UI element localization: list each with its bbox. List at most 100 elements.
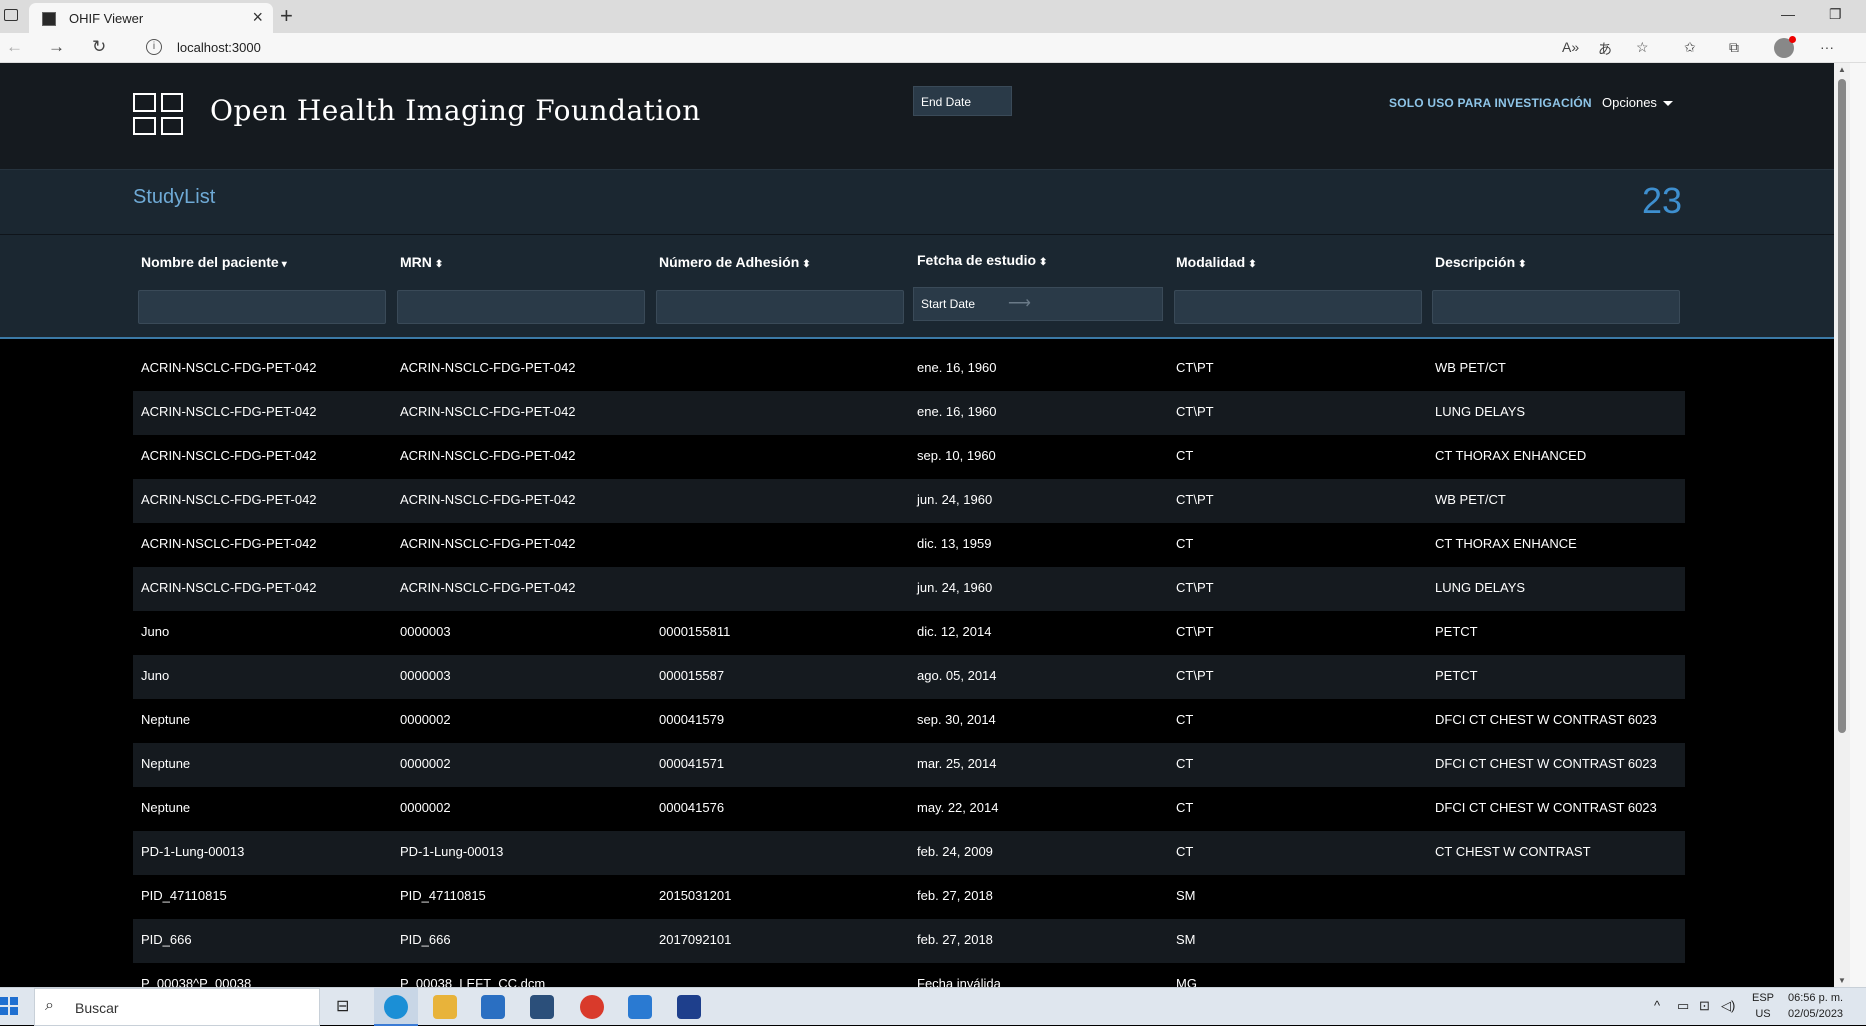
cell-accession: 0000155811 [659,624,731,639]
table-row[interactable]: Neptune 0000002 000041576 may. 22, 2014 CT DF… [133,787,1685,831]
edge-icon[interactable] [384,995,408,1019]
forward-icon[interactable]: → [48,37,65,57]
cell-study-date: mar. 25, 2014 [917,756,997,771]
sort-icon: ⬍ [1518,259,1527,270]
taskbar-search-placeholder: Buscar [75,1000,119,1016]
cell-mrn: ACRIN-NSCLC-FDG-PET-042 [400,448,576,463]
task-view-icon[interactable]: ⊟ [336,996,349,1016]
mail-icon[interactable] [530,995,554,1019]
cell-study-date: sep. 30, 2014 [917,712,996,727]
cell-patient-name: Juno [141,668,170,683]
table-row[interactable]: Juno 0000003 0000155811 dic. 12, 2014 CT\PT P… [133,611,1685,655]
table-row[interactable]: PID_47110815 PID_47110815 2015031201 feb. 2… [133,875,1685,919]
cell-study-date: feb. 27, 2018 [917,888,993,903]
table-row[interactable]: Neptune 0000002 000041579 sep. 30, 2014 CT DF… [133,699,1685,743]
powershell-icon[interactable] [677,995,701,1019]
research-only-label[interactable]: SOLO USO PARA INVESTIGACIÓN [1389,96,1592,110]
reload-icon[interactable]: ↻ [92,37,106,57]
options-menu[interactable]: Opciones [1602,95,1673,110]
cell-description: WB PET/CT [1435,360,1506,375]
table-row[interactable]: ACRIN-NSCLC-FDG-PET-042 ACRIN-NSCLC-FDG-P… [133,523,1685,567]
windows-start-icon[interactable] [0,997,18,1015]
table-row[interactable]: PID_666 PID_666 2017092101 feb. 27, 2018 SM [133,919,1685,963]
description-filter-input[interactable] [1432,290,1680,324]
url-field[interactable]: localhost:3000 [177,40,261,55]
collections-icon[interactable]: ⧉ [1729,39,1739,56]
cell-modality: CT [1176,800,1194,815]
lang-code: ESP [1752,992,1775,1004]
chrome-icon[interactable] [580,995,604,1019]
cell-modality: CT\PT [1176,580,1214,595]
cell-modality: CT [1176,536,1194,551]
site-info-icon[interactable]: i [146,39,162,55]
read-aloud-icon[interactable]: A» [1562,39,1579,55]
table-row[interactable]: ACRIN-NSCLC-FDG-PET-042 ACRIN-NSCLC-FDG-P… [133,391,1685,435]
table-row[interactable]: PD-1-Lung-00013 PD-1-Lung-00013 feb. 24, 2… [133,831,1685,875]
column-header-modality[interactable]: Modalidad ⬍ [1176,254,1257,270]
favorites-icon[interactable]: ✩ [1684,39,1696,56]
translate-icon[interactable]: あ [1598,39,1612,59]
add-favorite-icon[interactable]: ☆ [1636,39,1649,56]
cell-accession: 000015587 [659,668,725,683]
patient-name-filter-input[interactable] [138,290,386,324]
new-tab-icon[interactable]: + [280,3,293,29]
column-header-accession[interactable]: Número de Adhesión ⬍ [659,254,811,270]
profile-avatar-icon[interactable] [1774,36,1796,58]
cell-mrn: 0000002 [400,712,451,727]
scroll-down-icon[interactable]: ▼ [1838,976,1846,985]
app-header: Open Health Imaging Foundation SOLO USO … [0,63,1834,169]
table-row[interactable]: ACRIN-NSCLC-FDG-PET-042 ACRIN-NSCLC-FDG-P… [133,479,1685,523]
end-date-input[interactable]: End Date [913,86,1012,116]
brand-title[interactable]: Open Health Imaging Foundation [210,94,701,127]
table-row[interactable]: ACRIN-NSCLC-FDG-PET-042 ACRIN-NSCLC-FDG-P… [133,435,1685,479]
minimize-icon[interactable]: — [1781,6,1795,22]
address-bar: ← → ↻ i localhost:3000 A» あ ☆ ✩ ⧉ ··· [0,33,1866,63]
cell-patient-name: Neptune [141,800,191,815]
cell-description: LUNG DELAYS [1435,404,1526,419]
scroll-up-icon[interactable]: ▲ [1838,65,1846,74]
volume-icon[interactable]: ◁) [1721,998,1735,1014]
show-hidden-icons[interactable]: ^ [1654,998,1660,1013]
vertical-scrollbar[interactable]: ▲ ▼ [1834,63,1850,987]
network-icon[interactable]: ⊡ [1699,998,1710,1014]
restore-icon[interactable]: ❐ [1829,6,1842,23]
cell-description: DFCI CT CHEST W CONTRAST 6023 [1435,712,1657,727]
column-label: Fetcha de estudio [917,252,1037,268]
mrn-filter-input[interactable] [397,290,645,324]
cell-patient-name: Neptune [141,712,191,727]
ohif-logo-icon[interactable] [133,93,183,135]
cell-modality: CT\PT [1176,668,1214,683]
system-clock[interactable]: 06:56 p. m. 02/05/2023 [1788,990,1843,1022]
vscode-icon[interactable] [628,995,652,1019]
battery-icon[interactable]: ▭ [1677,998,1689,1014]
microsoft-store-icon[interactable] [481,995,505,1019]
accession-filter-input[interactable] [656,290,904,324]
cell-patient-name: PD-1-Lung-00013 [141,844,245,859]
cell-patient-name: ACRIN-NSCLC-FDG-PET-042 [141,404,317,419]
more-menu-icon[interactable]: ··· [1820,39,1834,55]
search-icon: ⌕ [45,997,54,1014]
table-row[interactable]: ACRIN-NSCLC-FDG-PET-042 ACRIN-NSCLC-FDG-P… [133,567,1685,611]
table-row[interactable]: Juno 0000003 000015587 ago. 05, 2014 CT\PT PE… [133,655,1685,699]
column-header-study-date[interactable]: Fetcha de estudio ⬍ [917,252,1047,268]
scrollbar-thumb[interactable] [1838,79,1846,733]
taskbar-search[interactable]: ⌕ Buscar [34,988,320,1026]
sidebar-toggle-icon[interactable] [4,9,18,21]
cell-patient-name: ACRIN-NSCLC-FDG-PET-042 [141,448,317,463]
column-header-mrn[interactable]: MRN ⬍ [400,254,443,270]
start-date-input[interactable]: Start Date [921,297,975,311]
table-row[interactable]: ACRIN-NSCLC-FDG-PET-042 ACRIN-NSCLC-FDG-P… [133,347,1685,391]
cell-study-date: sep. 10, 1960 [917,448,996,463]
modality-filter-input[interactable] [1174,290,1422,324]
language-indicator[interactable]: ESP US [1752,990,1774,1022]
column-header-patient-name[interactable]: Nombre del paciente ▾ [141,254,287,270]
close-tab-icon[interactable]: × [252,7,263,28]
file-explorer-icon[interactable] [433,995,457,1019]
table-row[interactable]: Neptune 0000002 000041571 mar. 25, 2014 CT DF… [133,743,1685,787]
cell-patient-name: Juno [141,624,170,639]
cell-accession: 000041579 [659,712,725,727]
browser-tab[interactable]: OHIF Viewer × [29,3,273,33]
back-icon[interactable]: ← [6,37,23,57]
column-header-description[interactable]: Descripción ⬍ [1435,254,1527,270]
date-range-picker[interactable]: Start Date ⟶ [913,287,1163,321]
